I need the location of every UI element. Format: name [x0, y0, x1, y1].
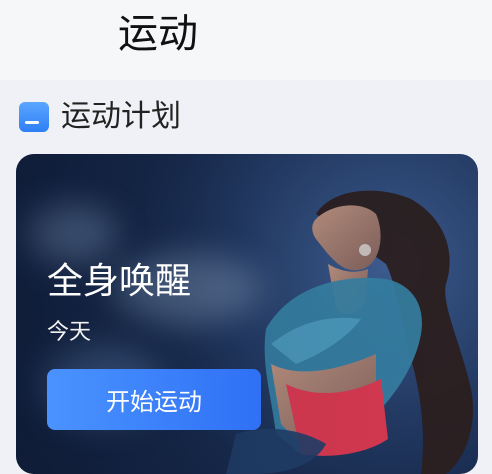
- section-title: 运动计划: [61, 99, 181, 134]
- plan-icon: [19, 102, 49, 132]
- section-header: 运动计划: [19, 97, 181, 137]
- start-workout-button[interactable]: 开始运动: [47, 369, 261, 430]
- app-header: 运动: [0, 0, 492, 80]
- workout-date: 今天: [47, 320, 92, 345]
- workout-plan-card[interactable]: 全身唤醒 今天 开始运动: [16, 154, 478, 474]
- page-title: 运动: [118, 11, 198, 57]
- workout-title: 全身唤醒: [47, 261, 192, 302]
